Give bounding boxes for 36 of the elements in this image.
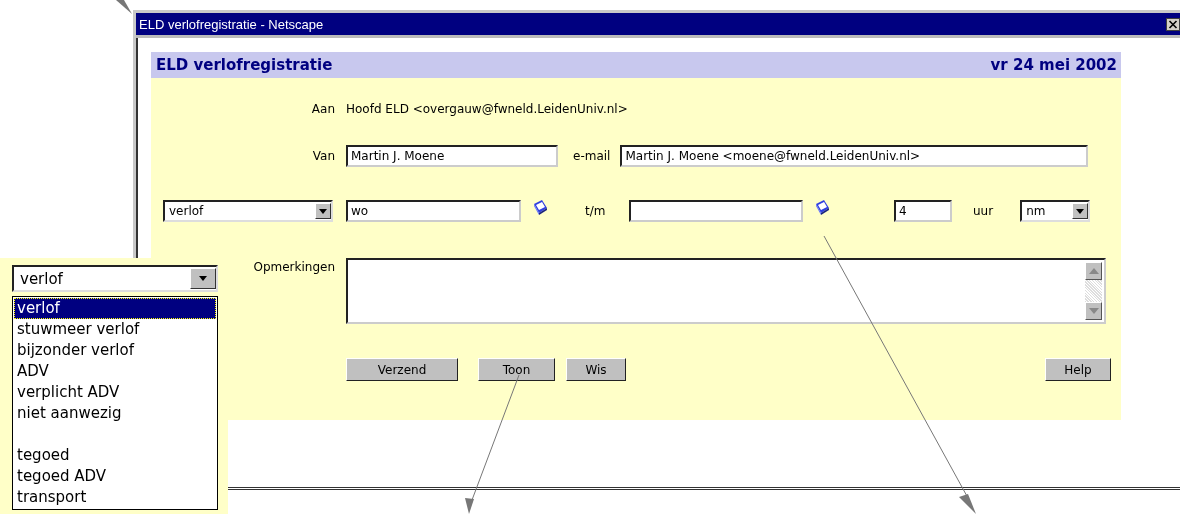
help-button[interactable]: Help: [1045, 358, 1111, 381]
leave-type-select[interactable]: verlof: [163, 200, 333, 222]
arrow: [116, 0, 132, 14]
email-label: e-mail: [573, 149, 611, 163]
start-date-field[interactable]: wo: [346, 200, 521, 222]
close-icon[interactable]: [1166, 17, 1180, 31]
dropdown-option[interactable]: niet aanwezig: [14, 403, 216, 424]
email-field[interactable]: Martin J. Moene <moene@fwneld.LeidenUniv.nl>: [620, 145, 1089, 167]
form-button[interactable]: Wis: [566, 358, 626, 381]
hours-field[interactable]: 4: [894, 200, 952, 222]
dropdown-option[interactable]: tegoed: [14, 445, 216, 466]
day-part-select[interactable]: nm: [1020, 200, 1091, 222]
dropdown-option[interactable]: bijzonder verlof: [14, 340, 216, 361]
dropdown-option[interactable]: verlof: [14, 298, 216, 319]
dropdown-option[interactable]: tegoed ADV: [14, 466, 216, 487]
form-button[interactable]: Verzend: [346, 358, 458, 381]
remarks-label: Opmerkingen: [252, 260, 335, 274]
page-title: ELD verlofregistratie: [156, 56, 333, 74]
recipient-text: Hoofd ELD <overgauw@fwneld.LeidenUniv.nl>: [346, 102, 628, 116]
until-label: t/m: [585, 204, 607, 218]
dropdown-option[interactable]: verplicht ADV: [14, 382, 216, 403]
window-title: ELD verlofregistratie - Netscape: [139, 16, 324, 32]
dropdown-option[interactable]: stuwmeer verlof: [14, 319, 216, 340]
name-field[interactable]: Martin J. Moene: [346, 145, 558, 167]
leave-type-select[interactable]: verlof: [12, 265, 218, 292]
calendar-icon[interactable]: [813, 198, 831, 216]
date-label: vr 24 mei 2002: [990, 56, 1117, 74]
dropdown-option[interactable]: transport: [14, 487, 216, 508]
hours-unit-label: uur: [973, 204, 994, 218]
to-label: Aan: [310, 102, 335, 116]
form-button[interactable]: Toon: [478, 358, 555, 381]
end-date-field[interactable]: [629, 200, 803, 222]
dropdown-option[interactable]: ADV: [14, 361, 216, 382]
remarks-field[interactable]: [346, 258, 1106, 324]
calendar-icon[interactable]: [531, 198, 549, 216]
from-label: Van: [311, 149, 335, 163]
